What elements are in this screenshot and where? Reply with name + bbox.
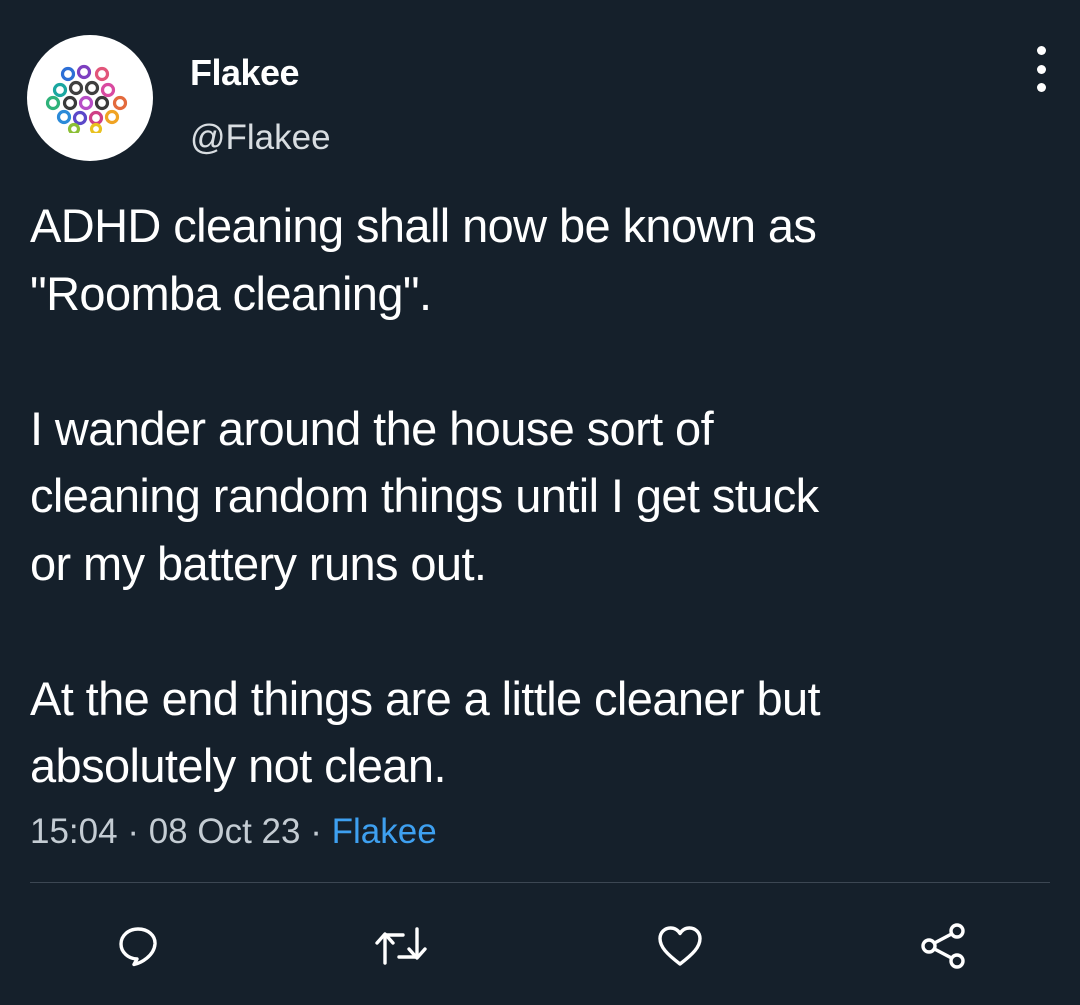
more-dot bbox=[1036, 64, 1046, 74]
tweet-text: ADHD cleaning shall now be known as "Roo… bbox=[30, 192, 1060, 800]
retweet-icon bbox=[375, 927, 427, 965]
meta-separator: · bbox=[310, 812, 322, 851]
reply-button[interactable] bbox=[112, 920, 164, 972]
tweet-line-spacer bbox=[30, 597, 1060, 665]
user-handle[interactable]: @Flakee bbox=[190, 118, 331, 158]
tweet-line: "Roomba cleaning". bbox=[30, 266, 432, 320]
tweet-line: I wander around the house sort of bbox=[30, 401, 714, 455]
tweet-time: 15:04 bbox=[30, 812, 118, 851]
tweet-line: or my battery runs out. bbox=[30, 536, 487, 590]
tweet-meta: 15:04 · 08 Oct 23 · Flakee bbox=[30, 812, 437, 852]
more-dot bbox=[1036, 83, 1046, 92]
tweet-date: 08 Oct 23 bbox=[148, 812, 301, 851]
tweet-line: cleaning random things until I get stuck bbox=[30, 469, 819, 522]
retweet-button[interactable] bbox=[370, 920, 432, 972]
tweet-card: Flakee @Flakee ADHD cleaning shall now b… bbox=[0, 0, 1080, 1005]
reply-icon bbox=[119, 927, 157, 967]
divider bbox=[30, 882, 1050, 883]
tweet-line-spacer bbox=[30, 327, 1060, 395]
display-name[interactable]: Flakee bbox=[190, 52, 300, 94]
more-vertical-icon[interactable] bbox=[1030, 46, 1052, 92]
tweet-line: ADHD cleaning shall now be known as bbox=[30, 199, 817, 252]
tweet-line: absolutely not clean. bbox=[30, 739, 447, 792]
tweet-line: At the end things are a little cleaner b… bbox=[30, 671, 821, 725]
more-dot bbox=[1036, 46, 1046, 55]
molecule-logo-icon bbox=[45, 64, 128, 133]
share-icon bbox=[921, 923, 965, 969]
heart-icon bbox=[658, 926, 702, 966]
tweet-source-link[interactable]: Flakee bbox=[332, 812, 437, 851]
like-button[interactable] bbox=[654, 920, 706, 972]
avatar[interactable] bbox=[27, 35, 153, 161]
meta-separator: · bbox=[127, 812, 139, 851]
share-button[interactable] bbox=[918, 920, 970, 972]
